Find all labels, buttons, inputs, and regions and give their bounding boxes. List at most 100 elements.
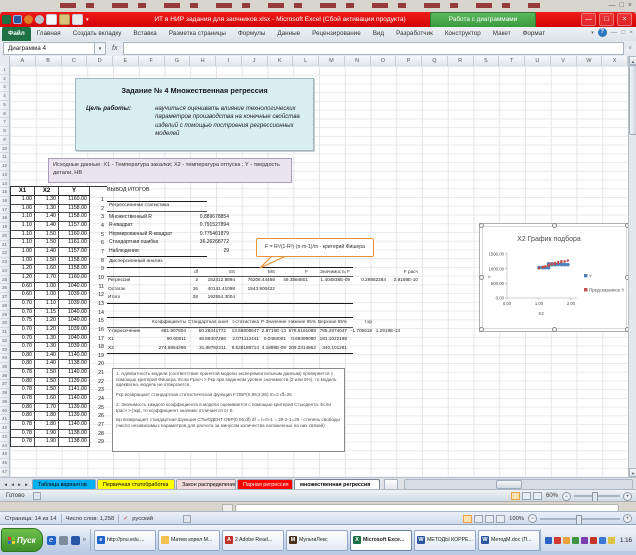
word-language[interactable]: русский	[132, 516, 153, 522]
normal-view-icon[interactable]	[511, 492, 520, 500]
insert-function-icon[interactable]: fx	[112, 45, 117, 52]
column-header-B[interactable]: B	[36, 56, 62, 66]
task-button-2[interactable]: A2 Adobe Read...	[222, 530, 284, 551]
anova-row-2-cell-0[interactable]: Итого	[107, 293, 165, 302]
column-header-X[interactable]: X	[602, 56, 628, 66]
word-print-layout-icon[interactable]	[463, 515, 472, 523]
page-layout-view-icon[interactable]	[522, 492, 531, 500]
column-header-G[interactable]: G	[165, 56, 191, 66]
minimize-button[interactable]: —	[581, 13, 596, 26]
start-button[interactable]: Пуск	[1, 528, 43, 552]
worksheet-grid[interactable]: 1234567891011121314151617181920212223242…	[0, 66, 628, 477]
anova-row-2-cell-4[interactable]	[277, 293, 310, 302]
horizontal-scroll-thumb[interactable]	[496, 480, 522, 489]
ribbon-collapse-icon[interactable]: ▾	[591, 30, 594, 36]
coef-row-2-cell-5[interactable]: 209.2314862	[288, 344, 318, 353]
column-header-L[interactable]: L	[293, 56, 319, 66]
anova-header-cell-0[interactable]	[107, 268, 165, 277]
workbook-close-icon[interactable]: ×	[629, 28, 633, 37]
close-button[interactable]: ×	[617, 13, 632, 26]
ribbon-tab-8[interactable]: Вид	[367, 27, 390, 41]
redo-button[interactable]	[35, 15, 44, 24]
first-sheet-icon[interactable]: ◄	[2, 482, 9, 487]
stat-label[interactable]: Наблюдения	[109, 247, 187, 256]
coef-row-2-cell-4[interactable]: 4.1888E-09	[261, 344, 288, 353]
anova-header-cell-7[interactable]: F расч	[388, 268, 420, 277]
ribbon-tab-2[interactable]: Создать вкладку	[67, 27, 128, 41]
word-zoom-slider[interactable]	[540, 518, 620, 520]
notes-textbox[interactable]: 1. Адекватность модели (соответствие при…	[112, 368, 345, 452]
word-zoom-thumb[interactable]	[576, 515, 582, 525]
anova-row-1-cell-0[interactable]: Остаток	[107, 285, 165, 294]
anova-row-0-cell-0[interactable]: Регрессия	[107, 276, 165, 285]
media-quicklaunch-icon[interactable]	[71, 536, 80, 545]
chart-selection-handle-5[interactable]	[479, 327, 484, 332]
coef-row-1-cell-4[interactable]: 0.0484001	[261, 335, 288, 344]
last-sheet-icon[interactable]: ►	[23, 482, 30, 487]
anova-row-2-cell-1[interactable]: 28	[165, 293, 200, 302]
coef-row-1-cell-0[interactable]: Х1	[107, 335, 152, 344]
word-zoom-in-icon[interactable]: +	[623, 514, 632, 523]
task-button-0[interactable]: ehttp://pnu.edu....	[94, 530, 156, 551]
undo-button[interactable]	[24, 15, 33, 24]
prev-sheet-icon[interactable]: ◄	[9, 482, 16, 487]
zoom-in-icon[interactable]: +	[623, 492, 632, 501]
anova-header-cell-2[interactable]: SS	[200, 268, 237, 277]
column-header-E[interactable]: E	[113, 56, 139, 66]
help-icon[interactable]: ?	[598, 28, 607, 37]
anova-row-1-cell-4[interactable]	[277, 285, 310, 294]
anova-row-0-cell-5[interactable]: 1.404838E-09	[310, 276, 352, 285]
task-button-5[interactable]: WМЕТОДЫ КОРРЕ...	[414, 530, 476, 551]
coef-row-1-cell-2[interactable]: 48.89307286	[188, 335, 228, 344]
tray-icon-1[interactable]	[554, 537, 561, 544]
zoom-out-icon[interactable]: −	[562, 492, 571, 501]
word-zoom-level[interactable]: 100%	[509, 516, 524, 522]
column-header-J[interactable]: J	[242, 56, 268, 66]
column-header-O[interactable]: O	[371, 56, 397, 66]
word-zoom-out-icon[interactable]: −	[528, 514, 537, 523]
select-all-corner[interactable]	[0, 56, 10, 66]
chart-object-frame[interactable]: Х2 График подбора0.00500.001000.001500.0…	[479, 223, 628, 332]
anova-row-0-cell-3[interactable]: 76206.44468	[237, 276, 277, 285]
chart-selection-handle-1[interactable]	[552, 223, 557, 228]
ribbon-tab-6[interactable]: Данные	[271, 27, 306, 41]
column-header-H[interactable]: H	[190, 56, 216, 66]
coef-header-cell-4[interactable]: P-Значение	[261, 318, 288, 327]
word-word-count[interactable]: Число слов: 1,258	[66, 516, 115, 522]
word-draft-icon[interactable]	[496, 515, 505, 523]
coef-header-cell-2[interactable]: Стандартная ошибка	[188, 318, 228, 327]
excel-app-icon[interactable]	[2, 15, 11, 24]
column-header-V[interactable]: V	[551, 56, 577, 66]
word-fullscreen-icon[interactable]	[474, 515, 483, 523]
insert-worksheet-button[interactable]	[384, 479, 398, 490]
stat-value[interactable]: 0.889678854	[187, 213, 229, 222]
sheet-tab-2[interactable]: Закон распределения	[176, 479, 236, 490]
coef-row-0-cell-7[interactable]: -1.705618	[349, 327, 374, 336]
coef-row-0-cell-2[interactable]: 50.28341772	[188, 327, 228, 336]
coef-row-0-cell-8[interactable]: 1.2918E-13	[374, 327, 402, 336]
desktop-quicklaunch-icon[interactable]	[59, 536, 68, 545]
ribbon-tab-9[interactable]: Разработчик	[390, 27, 439, 41]
ribbon-tab-7[interactable]: Рецензирование	[306, 27, 367, 41]
coef-row-2-cell-2[interactable]: 31.88782211	[188, 344, 228, 353]
coef-header-cell-5[interactable]: Нижние 95%	[288, 318, 318, 327]
formula-input[interactable]	[123, 42, 624, 55]
column-header-T[interactable]: T	[499, 56, 525, 66]
bg-close-icon[interactable]: ×	[628, 1, 632, 11]
anova-header-cell-3[interactable]: MS	[237, 268, 277, 277]
name-box-dropdown-icon[interactable]: ▼	[95, 42, 106, 55]
column-header-P[interactable]: P	[396, 56, 422, 66]
next-sheet-icon[interactable]: ►	[16, 482, 23, 487]
coef-row-0-cell-3[interactable]: 13.55808647	[228, 327, 261, 336]
column-header-K[interactable]: K	[268, 56, 294, 66]
sheet-tab-3[interactable]: Парная регрессия	[237, 479, 293, 490]
x2-fit-chart[interactable]: Х2 График подбора0.00500.001000.001500.0…	[483, 227, 628, 330]
ribbon-tab-4[interactable]: Разметка страницы	[163, 27, 232, 41]
column-header-U[interactable]: U	[525, 56, 551, 66]
word-macro-icon[interactable]	[183, 515, 191, 523]
vertical-scrollbar[interactable]: ▲ ▼	[628, 56, 636, 477]
coef-row-2-cell-6[interactable]: 340.101281	[318, 344, 349, 353]
anova-row-2-cell-2[interactable]: 192554.3004	[200, 293, 237, 302]
tray-icon-3[interactable]	[572, 537, 579, 544]
anova-header-cell-6[interactable]	[352, 268, 388, 277]
